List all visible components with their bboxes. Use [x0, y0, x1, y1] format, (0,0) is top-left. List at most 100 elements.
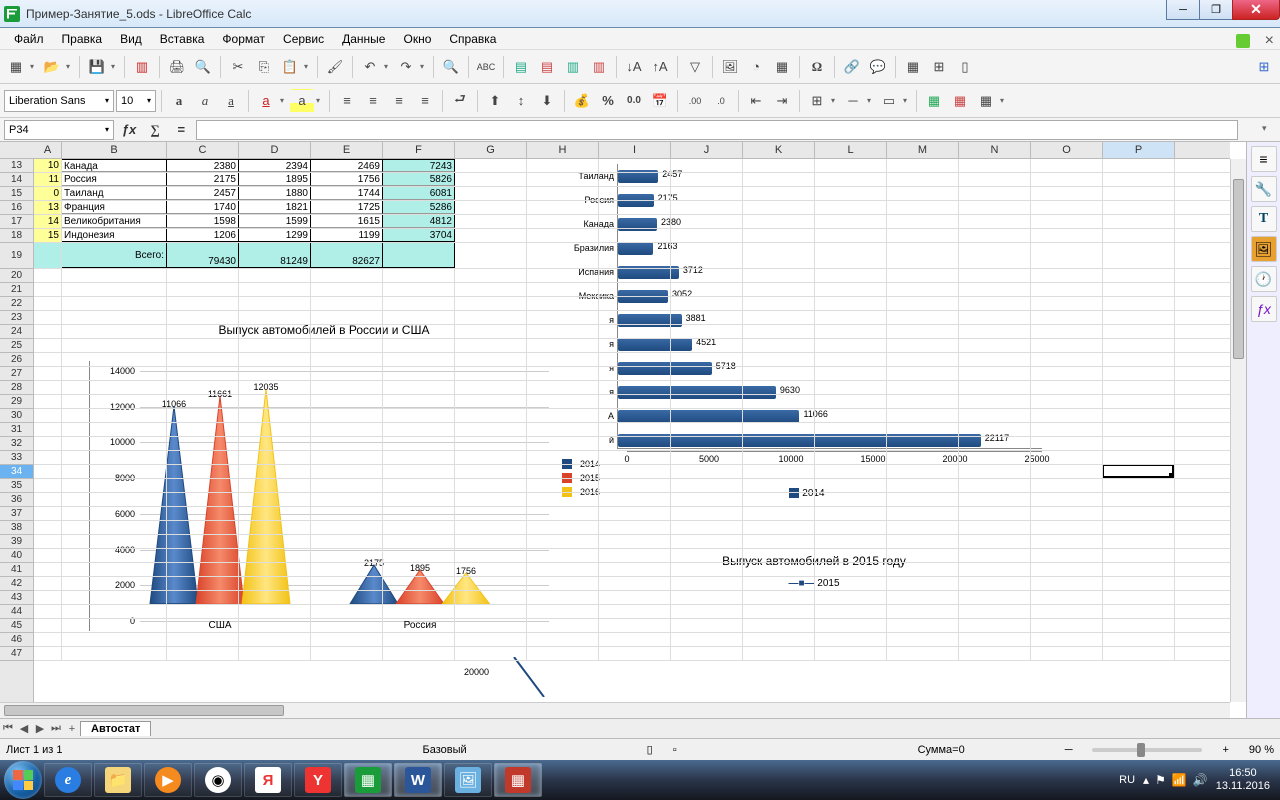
taskbar-yandex-y[interactable]: Я — [244, 763, 292, 797]
open-icon[interactable]: 📂 — [40, 55, 64, 79]
cell[interactable] — [34, 297, 62, 310]
cell[interactable] — [167, 549, 239, 562]
cell[interactable] — [527, 229, 599, 242]
cell[interactable] — [311, 493, 383, 506]
cell[interactable] — [239, 325, 311, 338]
cell[interactable]: 1299 — [239, 229, 311, 242]
cell[interactable] — [62, 591, 167, 604]
cell[interactable] — [815, 633, 887, 646]
cell[interactable] — [959, 521, 1031, 534]
cell[interactable] — [34, 577, 62, 590]
menu-data[interactable]: Данные — [334, 30, 393, 48]
cell[interactable] — [599, 381, 671, 394]
row-header[interactable]: 33 — [0, 451, 33, 465]
cell[interactable] — [887, 353, 959, 366]
tray-clock[interactable]: 16:5013.11.2016 — [1216, 767, 1270, 793]
merge-up-icon[interactable]: ▦ — [948, 89, 972, 113]
cell[interactable] — [743, 201, 815, 214]
cell[interactable] — [383, 297, 455, 310]
cell[interactable] — [743, 187, 815, 200]
cell[interactable] — [599, 437, 671, 450]
cell[interactable] — [383, 395, 455, 408]
cell[interactable] — [959, 243, 1031, 268]
cell[interactable] — [311, 325, 383, 338]
cell[interactable] — [527, 549, 599, 562]
row-header[interactable]: 20 — [0, 269, 33, 283]
cell[interactable] — [599, 243, 671, 268]
cell[interactable] — [1103, 201, 1175, 214]
cell[interactable] — [959, 283, 1031, 296]
cell[interactable] — [743, 297, 815, 310]
cell[interactable] — [887, 339, 959, 352]
tab-first-icon[interactable]: ⏮ — [0, 722, 16, 735]
cell[interactable] — [887, 395, 959, 408]
border-style-icon[interactable]: ─ — [841, 89, 865, 113]
cell[interactable] — [62, 535, 167, 548]
taskbar-chrome[interactable]: ◉ — [194, 763, 242, 797]
new-dropdown[interactable]: ▾ — [30, 62, 38, 71]
cell[interactable] — [959, 409, 1031, 422]
row-header[interactable]: 29 — [0, 395, 33, 409]
cell[interactable] — [167, 395, 239, 408]
maximize-button[interactable]: ❐ — [1199, 0, 1233, 20]
cell[interactable] — [239, 381, 311, 394]
cell[interactable] — [527, 367, 599, 380]
cell[interactable] — [743, 563, 815, 576]
cell[interactable] — [671, 325, 743, 338]
cell[interactable] — [599, 493, 671, 506]
cell[interactable] — [599, 201, 671, 214]
cell[interactable]: 6081 — [383, 187, 455, 200]
cell[interactable] — [239, 605, 311, 618]
cell[interactable] — [887, 409, 959, 422]
format-paintbrush-icon[interactable]: 🖌 — [323, 55, 347, 79]
cell[interactable] — [1031, 479, 1103, 492]
cell[interactable] — [743, 605, 815, 618]
cell[interactable] — [62, 549, 167, 562]
row-header[interactable]: 16 — [0, 201, 33, 215]
cell[interactable] — [62, 283, 167, 296]
cell[interactable] — [311, 451, 383, 464]
align-justify-icon[interactable]: ≡ — [413, 89, 437, 113]
cell[interactable] — [167, 367, 239, 380]
cell[interactable] — [671, 451, 743, 464]
row-header[interactable]: 27 — [0, 367, 33, 381]
cell[interactable] — [959, 173, 1031, 186]
tray-network-icon[interactable]: 📶 — [1172, 773, 1187, 787]
cell[interactable] — [743, 549, 815, 562]
cell[interactable] — [167, 311, 239, 324]
cell[interactable] — [455, 243, 527, 268]
headers-footers-icon[interactable]: ▦ — [901, 55, 925, 79]
cell[interactable] — [311, 409, 383, 422]
row-header[interactable]: 18 — [0, 229, 33, 243]
cell[interactable] — [815, 521, 887, 534]
cell[interactable] — [671, 465, 743, 478]
vertical-scrollbar[interactable] — [1230, 159, 1246, 702]
cell[interactable] — [1103, 591, 1175, 604]
cell[interactable] — [383, 521, 455, 534]
highlight-icon[interactable]: a — [290, 89, 314, 113]
cell[interactable] — [34, 269, 62, 282]
row-header[interactable]: 13 — [0, 159, 33, 173]
cell[interactable] — [1103, 243, 1175, 268]
cell[interactable] — [455, 159, 527, 172]
cell[interactable] — [34, 367, 62, 380]
cell[interactable] — [887, 173, 959, 186]
cell[interactable] — [383, 269, 455, 282]
cell[interactable]: 7243 — [383, 159, 455, 172]
cell[interactable] — [311, 395, 383, 408]
close-button[interactable]: ✕ — [1232, 0, 1280, 20]
cell[interactable] — [599, 423, 671, 436]
taskbar-explorer[interactable]: 📁 — [94, 763, 142, 797]
cell[interactable] — [959, 187, 1031, 200]
cell[interactable] — [1031, 605, 1103, 618]
cell[interactable] — [62, 521, 167, 534]
cell[interactable]: 1821 — [239, 201, 311, 214]
cell[interactable] — [1031, 367, 1103, 380]
cell[interactable] — [1031, 381, 1103, 394]
cell[interactable] — [527, 409, 599, 422]
cell[interactable] — [815, 339, 887, 352]
cell[interactable] — [1031, 437, 1103, 450]
cell[interactable] — [887, 297, 959, 310]
cell[interactable] — [1103, 297, 1175, 310]
cell[interactable] — [887, 311, 959, 324]
